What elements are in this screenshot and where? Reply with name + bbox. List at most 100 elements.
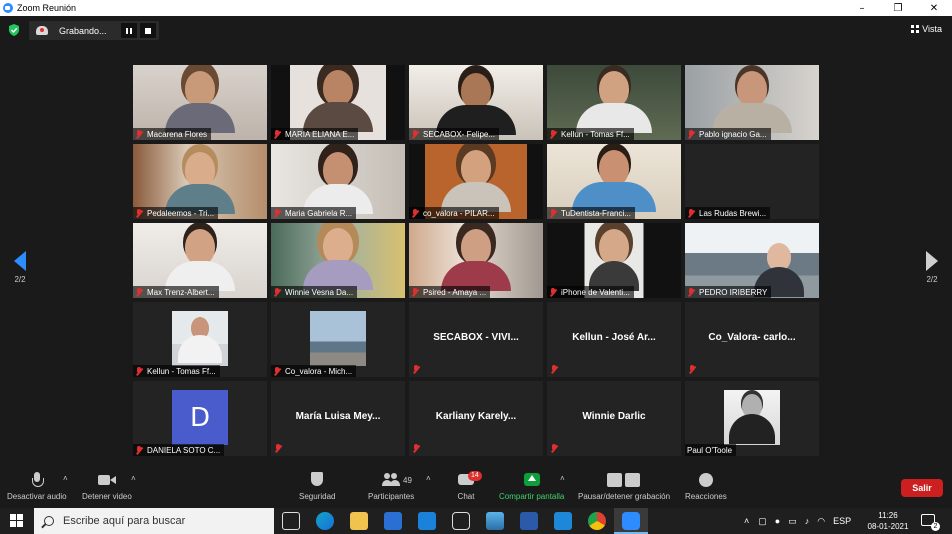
video-tile[interactable]: Paul O'Toole	[685, 381, 819, 456]
zoom-window: Zoom Reunión – ❐ ✕ Grabando... Vista 2/2	[0, 0, 952, 534]
muted-mic-icon	[135, 366, 143, 376]
muted-mic-icon	[135, 129, 143, 139]
pause-stop-recording-button[interactable]: Pausar/detener grabación	[578, 472, 670, 501]
video-tile[interactable]: SECABOX - VIVI...	[409, 302, 543, 377]
previous-page-button[interactable]: 2/2	[10, 251, 30, 284]
tray-app-icon[interactable]: ▢	[758, 516, 767, 527]
video-tile[interactable]: Kellun - Tomas Ff...	[133, 302, 267, 377]
encryption-shield-icon[interactable]	[8, 24, 20, 36]
view-button[interactable]: Vista	[911, 24, 942, 34]
zoom-taskbar-button[interactable]	[614, 508, 648, 534]
leave-meeting-button[interactable]: Salir	[901, 479, 943, 497]
battery-icon[interactable]: ▭	[788, 516, 797, 527]
stop-video-button[interactable]: Detener video	[82, 472, 132, 501]
video-tile[interactable]: MARIA ELIANA E...	[271, 65, 405, 140]
participant-video	[303, 228, 373, 290]
participants-options-chevron-icon[interactable]: ˄	[426, 474, 431, 483]
task-view-icon[interactable]	[282, 512, 300, 530]
video-tile[interactable]: co_valora - PILAR...	[409, 144, 543, 219]
close-button[interactable]: ✕	[916, 0, 952, 16]
video-tile[interactable]: Karliany Karely...	[409, 381, 543, 456]
video-tile[interactable]: Macarena Flores	[133, 65, 267, 140]
stop-recording-button[interactable]	[139, 23, 156, 38]
video-tile[interactable]: Maria Gabriela R...	[271, 144, 405, 219]
volume-icon[interactable]: ♪	[805, 516, 810, 526]
record-label: Pausar/detener grabación	[578, 492, 671, 501]
search-input[interactable]	[63, 515, 263, 527]
maximize-button[interactable]: ❐	[880, 0, 916, 16]
video-tile[interactable]: Co_Valora- carlo...	[685, 302, 819, 377]
next-page-button[interactable]: 2/2	[922, 251, 942, 284]
video-tile[interactable]: María Luisa Mey...	[271, 381, 405, 456]
participants-icon	[381, 472, 401, 488]
video-tile[interactable]: Pablo ignacio Ga...	[685, 65, 819, 140]
video-tile[interactable]: Kellun - Tomas Ff...	[547, 65, 681, 140]
app-cube-icon[interactable]	[452, 512, 470, 530]
muted-mic-icon	[412, 365, 420, 374]
language-indicator[interactable]: ESP	[833, 516, 851, 526]
tray-mic-icon[interactable]: ●	[775, 516, 780, 526]
video-tile[interactable]: Las Rudas Brewi...	[685, 144, 819, 219]
windows-start-icon[interactable]	[10, 514, 24, 528]
meeting-area: Grabando... Vista 2/2 2/2 Macarena Flore…	[0, 16, 952, 468]
video-tile[interactable]: D DANIELA SOTO C...	[133, 381, 267, 456]
taskbar-clock[interactable]: 11:26 08-01-2021	[866, 510, 910, 532]
video-tile[interactable]: Winnie Darlic	[547, 381, 681, 456]
emoji-reaction-icon	[696, 472, 716, 488]
tray-chevron-up-icon[interactable]: ˄	[744, 516, 749, 526]
video-tile[interactable]: Pedaleemos - Tri...	[133, 144, 267, 219]
muted-mic-icon	[411, 208, 419, 218]
file-explorer-icon[interactable]	[350, 512, 368, 530]
security-button[interactable]: Seguridad	[299, 472, 335, 501]
chrome-icon[interactable]	[588, 512, 606, 530]
video-tile[interactable]: Psired - Amaya ...	[409, 223, 543, 298]
name-label: SECABOX- Felipe...	[409, 128, 500, 140]
word-icon[interactable]	[520, 512, 538, 530]
photos-icon[interactable]	[486, 512, 504, 530]
video-tile[interactable]: PEDRO IRIBERRY	[685, 223, 819, 298]
notifications-icon[interactable]: 2	[921, 514, 940, 531]
muted-mic-icon	[550, 444, 558, 453]
store-icon[interactable]	[384, 512, 402, 530]
video-tile[interactable]: Winnie Vesna Da...	[271, 223, 405, 298]
minimize-button[interactable]: –	[844, 0, 880, 16]
taskbar-search-box[interactable]	[34, 508, 274, 534]
view-label: Vista	[922, 24, 942, 34]
share-screen-button[interactable]: Compartir pantalla	[499, 472, 564, 501]
name-label: Kellun - Tomas Ff...	[547, 128, 634, 140]
video-label: Detener video	[82, 492, 132, 501]
name-label: DANIELA SOTO C...	[133, 444, 225, 456]
muted-mic-icon	[549, 208, 557, 218]
muted-mic-icon	[274, 444, 282, 453]
cloud-record-icon	[36, 26, 48, 35]
mute-button[interactable]: Desactivar audio	[7, 472, 67, 501]
video-tile[interactable]: SECABOX- Felipe...	[409, 65, 543, 140]
video-options-chevron-icon[interactable]: ˄	[131, 474, 136, 483]
pause-recording-button[interactable]	[120, 23, 137, 38]
grid-view-icon	[911, 25, 920, 33]
participant-video	[165, 71, 235, 133]
name-label: Paul O'Toole	[685, 444, 737, 456]
page-indicator-left: 2/2	[14, 275, 26, 284]
movies-icon[interactable]	[554, 512, 572, 530]
search-icon	[44, 516, 54, 526]
edge-browser-icon[interactable]	[316, 512, 334, 530]
record-pause-stop-icon	[607, 472, 641, 488]
reactions-button[interactable]: Reacciones	[685, 472, 727, 501]
share-options-chevron-icon[interactable]: ˄	[560, 474, 565, 483]
wifi-icon[interactable]: ◠	[817, 516, 825, 527]
video-tile[interactable]: iPhone de Valenti...	[547, 223, 681, 298]
name-label: co_valora - PILAR...	[409, 207, 499, 219]
muted-mic-icon	[135, 208, 143, 218]
mail-icon[interactable]	[418, 512, 436, 530]
video-tile[interactable]: Kellun - José Ar...	[547, 302, 681, 377]
video-tile[interactable]: Max Trenz-Albert...	[133, 223, 267, 298]
chat-label: Chat	[457, 492, 475, 501]
audio-options-chevron-icon[interactable]: ˄	[63, 474, 68, 483]
participant-name: Kellun - José Ar...	[572, 332, 656, 343]
name-label: PEDRO IRIBERRY	[685, 286, 772, 298]
video-tile[interactable]: Co_valora - Mich...	[271, 302, 405, 377]
video-tile[interactable]: TuDentista-Franci...	[547, 144, 681, 219]
participant-video	[712, 71, 792, 133]
muted-mic-icon	[273, 287, 281, 297]
